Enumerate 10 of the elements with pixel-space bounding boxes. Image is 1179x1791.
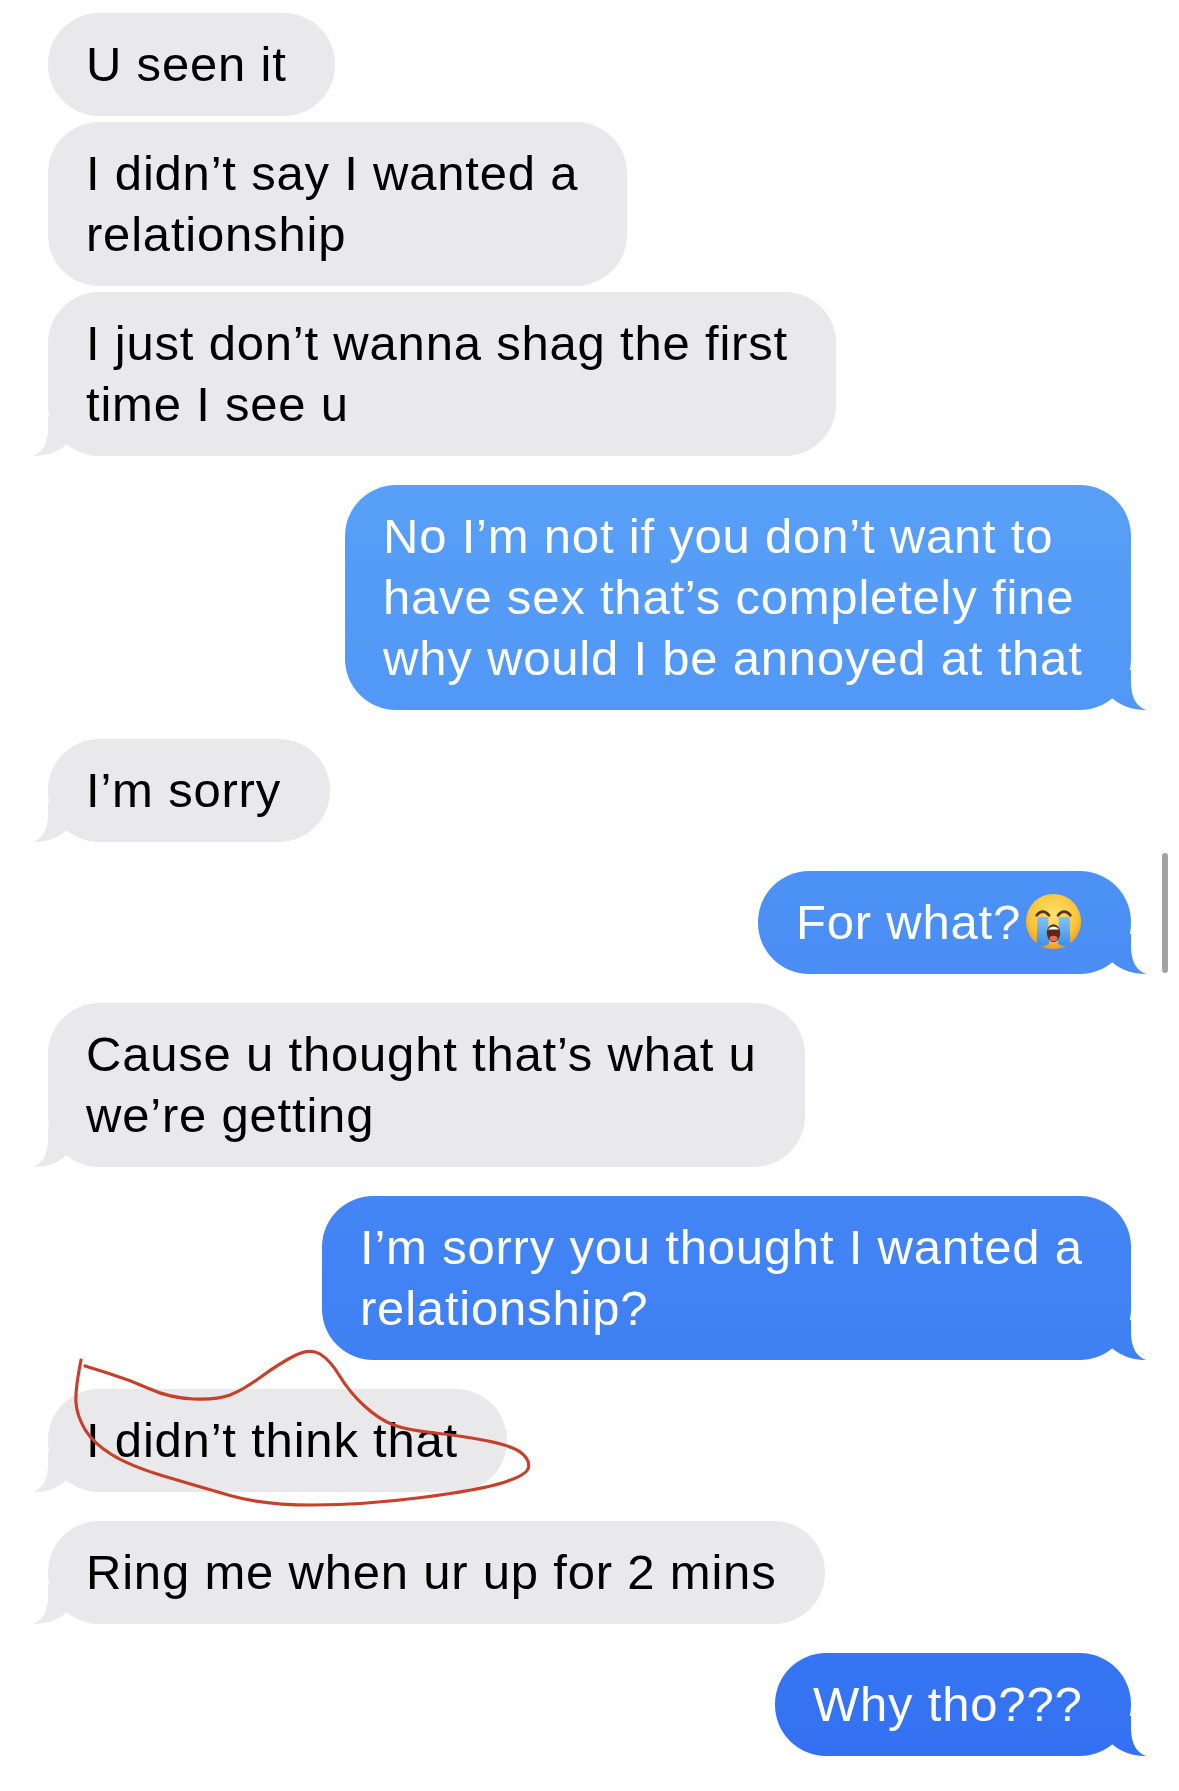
message-text: Ring me when ur up for 2 mins <box>86 1545 777 1599</box>
message-text: Why tho??? <box>813 1677 1083 1731</box>
message-text: For what? <box>796 895 1022 949</box>
message-text: U seen it <box>86 37 287 91</box>
message-text: I just don’t wanna shag the first time I see u <box>86 316 788 431</box>
message-text: Cause u thought that’s what u we’re getting <box>86 1027 757 1142</box>
message-text: No I’m not if you don’t want to have sex that’s completely fine why would I be annoyed at that <box>383 509 1083 685</box>
message-text: I’m sorry you thought I wanted a relationship? <box>360 1220 1083 1335</box>
message-text: I’m sorry <box>86 763 282 817</box>
message-text: I didn’t say I wanted a relationship <box>86 146 579 261</box>
